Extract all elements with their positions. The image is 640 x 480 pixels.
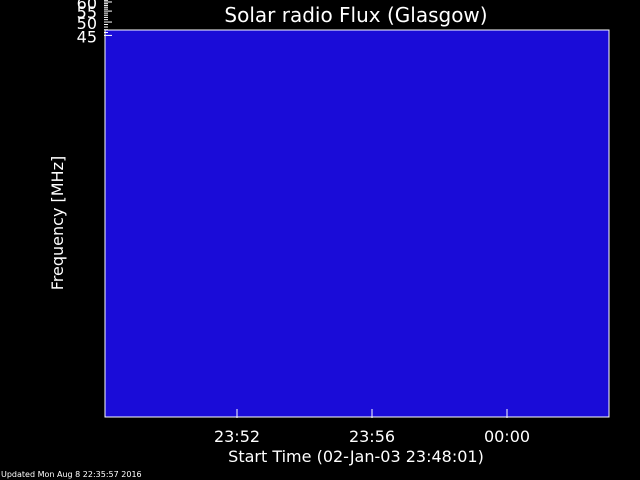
chart-title: Solar radio Flux (Glasgow) [224, 3, 487, 27]
x-tick-label: 00:00 [484, 427, 530, 446]
x-tick-label: 23:52 [214, 427, 260, 446]
y-axis-label: Frequency [MHz] [48, 156, 67, 290]
updated-timestamp: Updated Mon Aug 8 22:35:57 2016 [1, 470, 142, 479]
y-tick-label: 60 [77, 0, 97, 13]
plot-area [105, 30, 609, 417]
x-tick-label: 23:56 [349, 427, 395, 446]
plot-background [105, 30, 609, 417]
spectrogram-chart: Solar radio Flux (Glasgow) 23:52 23:56 00:… [48, 0, 610, 466]
x-axis-label: Start Time (02-Jan-03 23:48:01) [228, 447, 484, 466]
